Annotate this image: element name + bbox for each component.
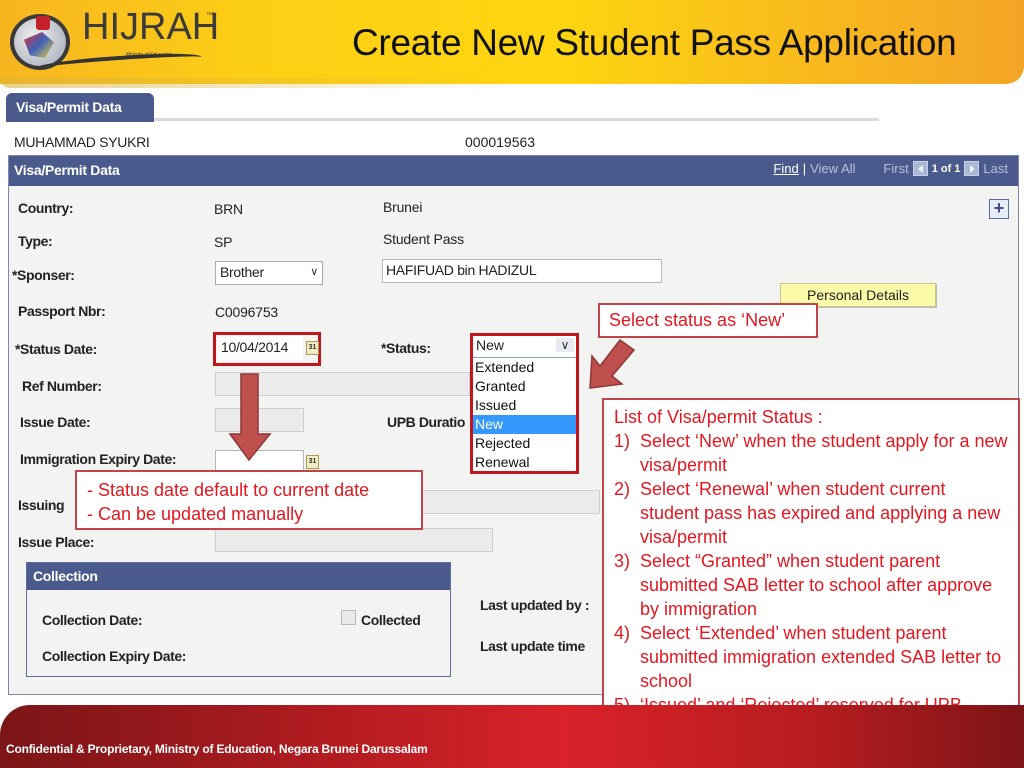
immigration-expiry-label: Immigration Expiry Date: [20,451,177,467]
student-name: MUHAMMAD SYUKRI [14,134,150,150]
down-arrow-icon [228,373,272,462]
page-title: Create New Student Pass Application [352,22,957,63]
type-code: SP [214,234,233,250]
status-dropdown[interactable]: New ∨ Extended Granted Issued New Reject… [470,333,579,474]
issue-place-label: Issue Place: [18,534,95,550]
status-label: *Status: [381,340,431,356]
status-list-item: 1) Select ‘New’ when the student apply fo… [614,431,1008,475]
status-date-input[interactable]: 10/04/2014 [217,336,303,360]
first-link[interactable]: First [883,161,908,176]
issue-date-label: Issue Date: [20,414,91,430]
sponser-name-input[interactable]: HAFIFUAD bin HADIZUL [382,259,662,283]
status-list-item: 4) Select ‘Extended’ when student parent … [614,623,1002,691]
status-list-item: 2) Select ‘Renewal’ when student current … [614,479,1001,547]
collected-label: Collected [361,612,421,628]
sponser-select[interactable]: Brother ∨ [215,261,323,285]
upb-duration-label: UPB Duratio [387,414,466,430]
country-code: BRN [214,201,243,217]
hijrah-logo: HIJRAH ™ Ministry of Education [6,4,219,76]
nav-separator: | [802,161,807,176]
last-updated-by-label: Last updated by : [480,597,590,613]
chevron-down-icon: ∨ [556,338,574,352]
issuing-label: Issuing [18,497,65,513]
status-list: 1) Select ‘New’ when the student apply fo… [614,429,1008,717]
status-list-title: List of Visa/permit Status : [614,407,823,427]
status-list-callout: List of Visa/permit Status : 1) Select ‘N… [602,398,1020,720]
status-option-renewal[interactable]: Renewal [473,453,576,472]
country-description: Brunei [383,199,423,215]
previous-page-icon[interactable] [912,161,928,176]
chevron-down-icon: ∨ [310,266,318,278]
passport-value: C0096753 [215,304,279,320]
logo-text: HIJRAH [82,6,220,48]
panel-title: Visa/Permit Data [14,162,120,178]
status-option-issued[interactable]: Issued [473,396,576,415]
type-label: Type: [18,233,53,249]
status-date-note: - Status date default to current date [87,480,370,500]
status-value: New [476,337,505,353]
page-count: 1 of 1 [931,162,961,175]
type-description: Student Pass [383,231,464,247]
diagonal-arrow-icon [589,338,636,389]
status-date-note: - Can be updated manually [87,504,304,524]
issue-place-input[interactable] [215,528,493,552]
status-option-granted[interactable]: Granted [473,377,576,396]
passport-label: Passport Nbr: [18,303,106,319]
status-option-new[interactable]: New [473,415,576,434]
status-date-label: *Status Date: [15,341,97,357]
tab-visa-permit-data[interactable]: Visa/Permit Data [6,93,154,122]
collection-date-label: Collection Date: [42,612,143,628]
status-list-item: 3) Select “Granted” when student parent s… [614,551,993,619]
logo-subtext: Ministry of Education [126,52,173,58]
calendar-icon[interactable]: 31 [306,341,319,355]
collection-expiry-label: Collection Expiry Date: [42,648,187,664]
sponser-label: *Sponser: [12,267,75,283]
calendar-icon[interactable]: 31 [306,455,319,469]
select-status-callout: Select status as ‘New’ [598,303,818,338]
last-update-time-label: Last update time [480,638,585,654]
pagination-nav: Find | View All First 1 of 1 Last [773,161,1008,176]
issuing-input[interactable] [420,490,600,514]
status-option-rejected[interactable]: Rejected [473,434,576,453]
sponser-value: Brother [220,264,264,280]
status-select[interactable]: New ∨ [473,336,576,358]
tab-underline [154,118,879,121]
status-date-callout: - Status date default to current date - … [75,470,423,530]
collected-checkbox[interactable] [341,610,356,625]
add-row-button[interactable]: + [989,199,1009,219]
panel-header: Visa/Permit Data Find | View All First 1… [9,156,1018,186]
ref-number-label: Ref Number: [22,378,102,394]
find-link[interactable]: Find [773,161,798,176]
banner-shadow [0,78,520,88]
footer-text: Confidential & Proprietary, Ministry of … [6,742,428,756]
country-label: Country: [18,200,74,216]
last-link[interactable]: Last [983,161,1008,176]
student-id: 000019563 [465,134,536,150]
collection-title: Collection [27,563,450,590]
footer-band [0,705,1024,768]
logo-trademark: ™ [206,12,213,19]
crest-icon [36,16,50,30]
view-all-link[interactable]: View All [810,161,855,176]
next-page-icon[interactable] [964,161,980,176]
status-option-extended[interactable]: Extended [473,358,576,377]
